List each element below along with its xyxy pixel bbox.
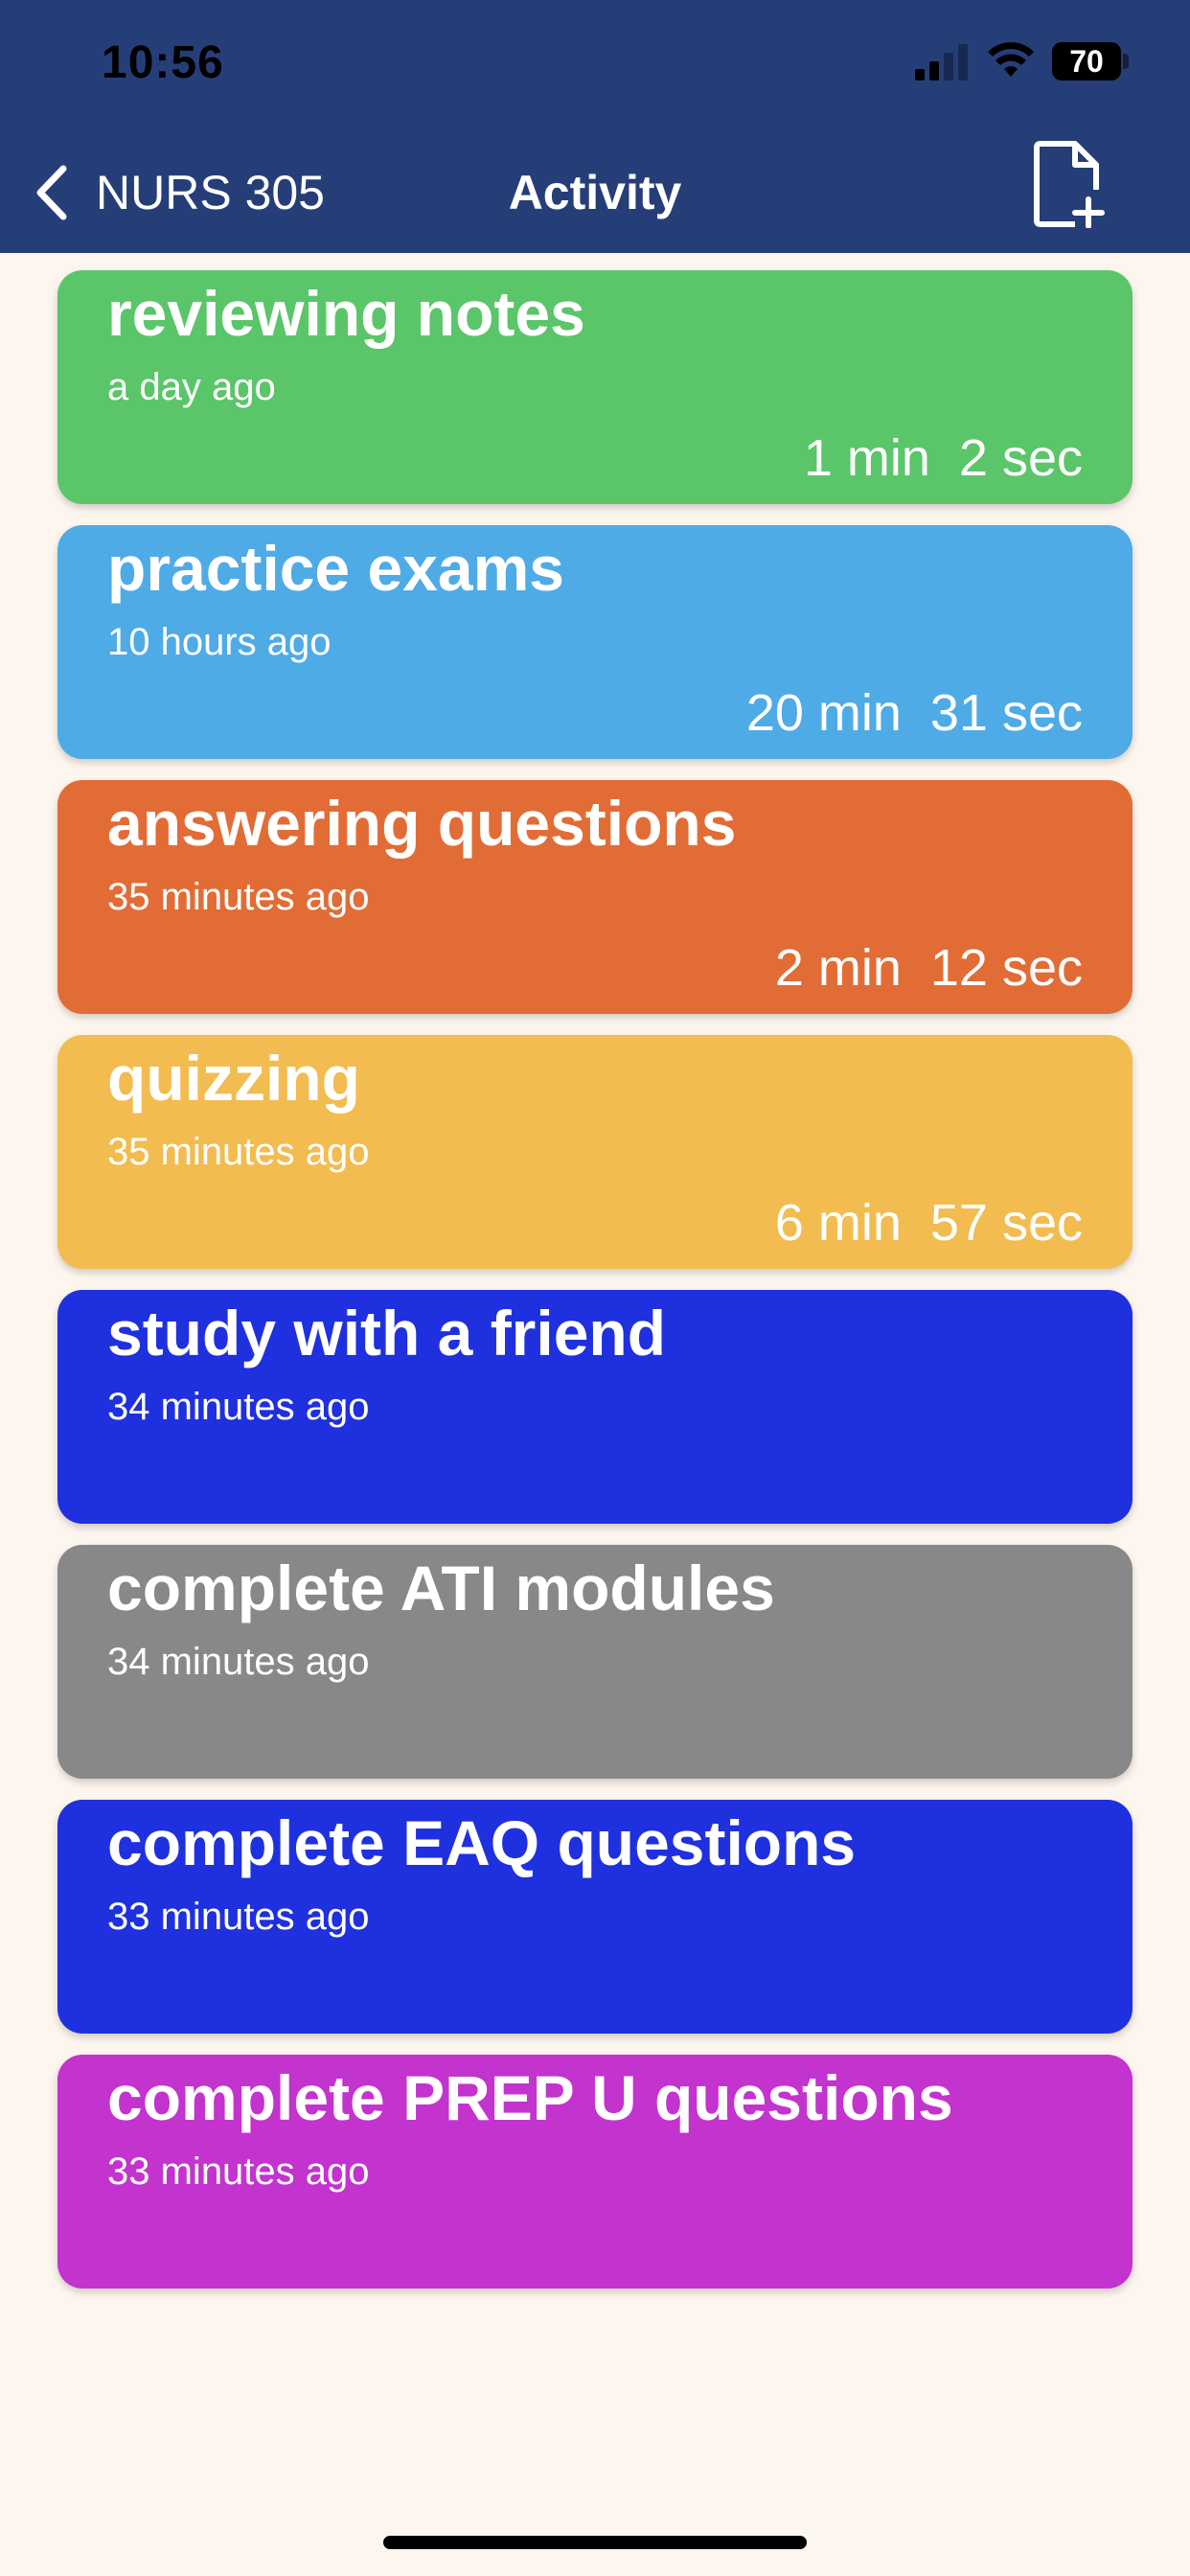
- home-indicator: [383, 2536, 807, 2549]
- status-time: 10:56: [102, 37, 224, 88]
- wifi-icon: [988, 42, 1034, 77]
- battery-level: 70: [1069, 43, 1104, 79]
- activity-title: quizzing: [107, 1043, 360, 1114]
- activity-time-ago: 34 minutes ago: [107, 1386, 370, 1428]
- add-document-icon[interactable]: [1033, 140, 1106, 228]
- activity-time-ago: 33 minutes ago: [107, 1896, 370, 1938]
- activity-time-ago: 10 hours ago: [107, 621, 332, 663]
- activity-card[interactable]: complete PREP U questions 33 minutes ago: [57, 2055, 1133, 2288]
- activity-time-ago: 35 minutes ago: [107, 876, 370, 918]
- activity-title: complete PREP U questions: [107, 2062, 953, 2133]
- activity-duration: 2 min 12 sec: [774, 939, 1083, 997]
- activity-card[interactable]: study with a friend 34 minutes ago: [57, 1290, 1133, 1524]
- activity-time-ago: 34 minutes ago: [107, 1641, 370, 1683]
- activity-title: answering questions: [107, 788, 737, 859]
- activity-card[interactable]: complete ATI modules 34 minutes ago: [57, 1545, 1133, 1779]
- activity-title: practice exams: [107, 533, 564, 604]
- activity-time-ago: 35 minutes ago: [107, 1131, 370, 1173]
- activity-title: complete EAQ questions: [107, 1807, 857, 1878]
- activity-time-ago: a day ago: [107, 366, 276, 408]
- activity-title: complete ATI modules: [107, 1552, 775, 1623]
- activity-card[interactable]: practice exams 10 hours ago 20 min 31 sec: [57, 525, 1133, 759]
- activity-duration: 1 min 2 sec: [803, 429, 1083, 487]
- activity-card[interactable]: quizzing 35 minutes ago 6 min 57 sec: [57, 1035, 1133, 1269]
- activity-card[interactable]: complete EAQ questions 33 minutes ago: [57, 1800, 1133, 2034]
- activity-duration: 20 min 31 sec: [745, 684, 1083, 742]
- activity-title: study with a friend: [107, 1298, 667, 1368]
- page-title: Activity: [508, 166, 682, 219]
- activity-time-ago: 33 minutes ago: [107, 2150, 370, 2193]
- battery-nub: [1123, 54, 1129, 69]
- cellular-signal-icon: [915, 44, 968, 80]
- activity-list: reviewing notes a day ago 1 min 2 sec pract…: [57, 270, 1133, 2310]
- activity-card[interactable]: reviewing notes a day ago 1 min 2 sec: [57, 270, 1133, 504]
- header: 10:56 70 NURS 305 Activity: [0, 0, 1190, 253]
- activity-title: reviewing notes: [107, 278, 585, 349]
- battery-icon: 70: [1052, 42, 1121, 80]
- activity-card[interactable]: answering questions 35 minutes ago 2 min 1…: [57, 780, 1133, 1014]
- activity-duration: 6 min 57 sec: [774, 1194, 1083, 1252]
